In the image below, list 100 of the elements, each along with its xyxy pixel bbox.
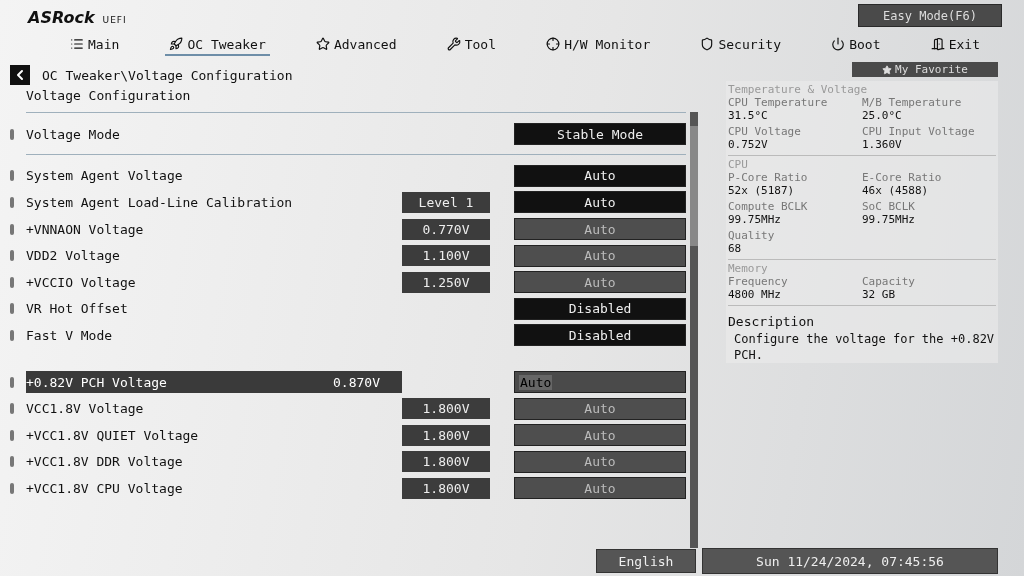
reading-value: 46x (4588) — [862, 184, 930, 197]
row-bullet — [10, 197, 14, 208]
current-value: 1.250V — [402, 271, 490, 293]
row-bullet — [10, 329, 14, 341]
reading-name: Compute BCLK — [728, 200, 809, 213]
star-icon — [882, 64, 893, 75]
setting-name: Fast V Mode — [26, 327, 113, 343]
favorite-button[interactable]: My Favorite — [852, 62, 998, 77]
option-dropdown[interactable]: Disabled — [514, 324, 686, 347]
setting-label[interactable]: +VCC1.8V CPU Voltage — [26, 477, 402, 500]
reading-value: 4800 MHz — [728, 288, 782, 301]
setting-label[interactable]: System Agent Load-Line Calibration — [26, 191, 402, 214]
setting-label[interactable]: System Agent Voltage — [26, 164, 402, 187]
setting-label[interactable]: +VCC1.8V QUIET Voltage — [26, 424, 402, 447]
option-dropdown[interactable]: Auto — [514, 218, 686, 241]
option-dropdown[interactable]: Auto — [514, 191, 686, 214]
crosshair-icon — [546, 37, 561, 51]
product-label: UEFI — [102, 15, 127, 25]
row-bullet — [10, 303, 14, 315]
scrollbar[interactable] — [690, 112, 698, 548]
reading-value: 99.75MHz — [728, 213, 782, 226]
setting-name: +0.82V PCH Voltage — [26, 374, 167, 390]
setting-name: VR Hot Offset — [26, 301, 128, 317]
row-bullet — [10, 376, 14, 388]
setting-name: +VNNAON Voltage — [26, 221, 144, 237]
reading-value: 0.752V — [728, 138, 769, 151]
option-dropdown[interactable]: Auto — [514, 271, 686, 294]
option-dropdown[interactable]: Auto — [514, 424, 686, 447]
option-dropdown[interactable]: Disabled — [514, 297, 686, 320]
language-button[interactable]: English — [596, 549, 696, 573]
reading-name: Quality — [728, 229, 776, 242]
option-dropdown[interactable]: Stable Mode — [514, 123, 686, 146]
current-value: Level 1 — [402, 192, 490, 213]
wrench-icon — [446, 37, 461, 51]
current-value: 1.100V — [402, 245, 490, 267]
reading-name: Frequency — [728, 275, 789, 288]
reading-name: CPU Input Voltage — [862, 125, 976, 138]
nav-tab[interactable]: Boot — [827, 34, 885, 56]
reading-value: 32 GB — [862, 288, 897, 301]
setting-label[interactable]: +0.82V PCH Voltage 0.870V — [26, 371, 402, 394]
reading-name: Capacity — [862, 275, 916, 288]
date-time: Sun 11/24/2024, 07:45:56 — [702, 548, 998, 574]
setting-label[interactable]: Fast V Mode — [26, 324, 402, 347]
reading-value: 52x (5187) — [728, 184, 796, 197]
group-title: Memory — [728, 262, 769, 275]
row-bullet — [10, 429, 14, 441]
reading-name: M/B Temperature — [862, 96, 963, 109]
door-icon — [930, 37, 945, 51]
current-value: 1.800V — [402, 477, 490, 499]
setting-label[interactable]: Voltage Mode — [26, 123, 402, 146]
option-dropdown[interactable]: Auto — [514, 397, 686, 420]
nav-tab[interactable]: H/W Monitor — [542, 34, 655, 56]
nav-tab[interactable]: Advanced — [311, 34, 401, 56]
breadcrumb: OC Tweaker\Voltage Configuration — [42, 67, 293, 83]
setting-label[interactable]: VR Hot Offset — [26, 297, 402, 320]
current-value: 1.800V — [402, 451, 490, 473]
setting-name: Voltage Mode — [26, 126, 120, 142]
row-bullet — [10, 276, 14, 288]
nav-tab[interactable]: Main — [66, 34, 124, 56]
setting-name: +VCC1.8V QUIET Voltage — [26, 427, 199, 443]
row-bullet — [10, 403, 14, 415]
brand-logo: ASRock — [28, 8, 95, 27]
setting-label[interactable]: +VCC1.8V DDR Voltage — [26, 450, 402, 473]
description-text: Configure the voltage for the +0.82V PCH. — [734, 331, 996, 363]
setting-name: System Agent Load-Line Calibration — [26, 195, 293, 210]
reading-name: CPU Temperature — [728, 96, 829, 109]
nav-tab[interactable]: Exit — [926, 34, 984, 56]
power-icon — [831, 37, 846, 51]
row-bullet — [10, 170, 14, 182]
nav-tab[interactable]: Tool — [442, 34, 500, 56]
reading-name: E-Core Ratio — [862, 171, 943, 184]
row-bullet — [10, 456, 14, 468]
row-bullet — [10, 128, 14, 140]
setting-name: System Agent Voltage — [26, 168, 183, 184]
page-title: Voltage Configuration — [26, 88, 192, 105]
setting-name: +VCCIO Voltage — [26, 274, 136, 290]
description-title: Description — [728, 314, 816, 329]
option-dropdown[interactable]: Auto — [514, 371, 686, 394]
nav-tab[interactable]: Security — [696, 34, 786, 56]
option-dropdown[interactable]: Auto — [514, 477, 686, 500]
easy-mode-button[interactable]: Easy Mode(F6) — [858, 4, 1002, 27]
back-button[interactable] — [10, 65, 30, 85]
shield-icon — [700, 37, 715, 51]
nav-tab[interactable]: OC Tweaker — [165, 34, 270, 56]
option-dropdown[interactable]: Auto — [514, 244, 686, 267]
setting-name: VCC1.8V Voltage — [26, 401, 144, 417]
setting-name: +VCC1.8V CPU Voltage — [26, 480, 183, 496]
setting-label[interactable]: VDD2 Voltage — [26, 244, 402, 267]
setting-name: +VCC1.8V DDR Voltage — [26, 454, 183, 470]
rocket-icon — [169, 37, 184, 51]
current-value: 0.770V — [402, 218, 490, 240]
setting-label[interactable]: +VNNAON Voltage — [26, 218, 402, 241]
reading-value: 1.360V — [862, 138, 903, 151]
option-dropdown[interactable]: Auto — [514, 164, 686, 187]
option-dropdown[interactable]: Auto — [514, 450, 686, 473]
setting-label[interactable]: +VCCIO Voltage — [26, 271, 402, 294]
reading-value: 25.0°C — [862, 109, 903, 122]
setting-label[interactable]: VCC1.8V Voltage — [26, 397, 402, 420]
current-value: 1.800V — [402, 424, 490, 446]
current-value: 1.800V — [402, 398, 490, 420]
